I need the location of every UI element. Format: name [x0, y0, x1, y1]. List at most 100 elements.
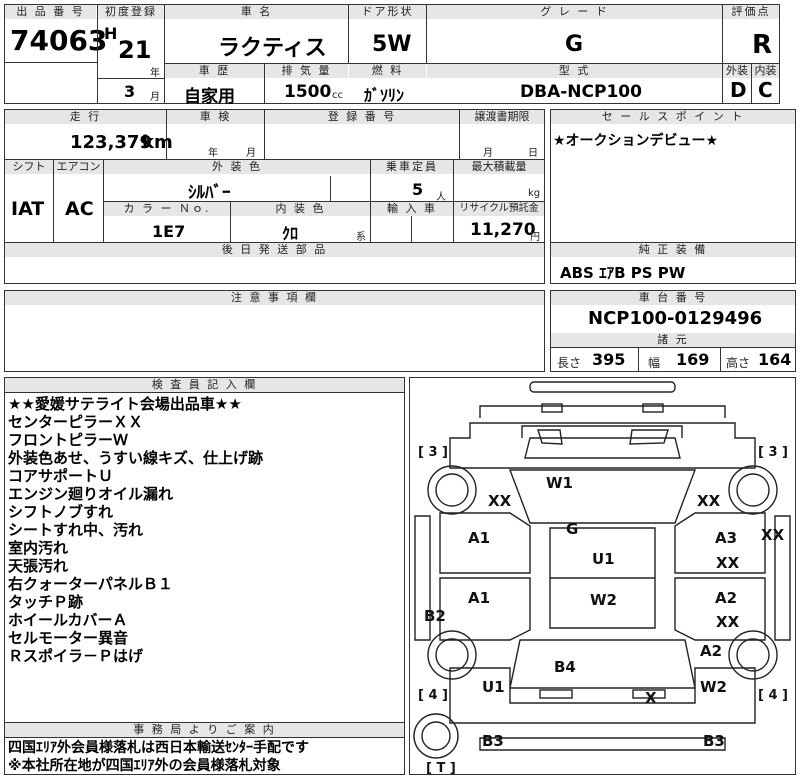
office-line: ※本社所在地が四国ｴﾘｱ外の会員様落札対象: [8, 758, 281, 774]
reg-year: 21: [118, 36, 152, 64]
exterior-score: D: [730, 78, 747, 102]
inspector-line: 外装色あせ、うすい線キズ、仕上げ跡: [8, 449, 264, 467]
reg-month: 3: [124, 82, 136, 101]
maxload-unit: kg: [528, 188, 541, 199]
model: DBA-NCP100: [520, 82, 642, 102]
inspector-line: エンジン廻りオイル漏れ: [8, 485, 174, 503]
inspection-label: 車 検: [167, 110, 264, 124]
car-name: ラクティス: [218, 36, 327, 61]
inspector-line: フロントピラーＷ: [8, 431, 129, 449]
inspector-line: シートすれ中、汚れ: [8, 521, 144, 539]
grade: G: [565, 32, 584, 57]
era: H: [104, 24, 118, 43]
transfer-month: 月: [483, 148, 493, 159]
inspection-year: 年: [208, 148, 218, 159]
chassis-no: NCP100-0129496: [588, 308, 763, 329]
tire-rl-label: [ 4 ]: [418, 688, 448, 703]
inspector-line: タッチＰ跡: [8, 593, 84, 611]
lot-no: 74063: [10, 24, 108, 57]
interior-score: C: [758, 78, 773, 102]
chassis-label: 車 台 番 号: [551, 291, 795, 305]
history: 自家用: [184, 87, 235, 107]
mileage-unit: km: [142, 132, 173, 153]
transfer-day: 日: [528, 148, 538, 159]
mark-w2-r: W2: [700, 678, 727, 696]
inspector-line: ホイールカバーＡ: [8, 611, 128, 629]
capacity: 5: [412, 180, 424, 199]
door-label: ドア形状: [349, 5, 426, 19]
mileage: 123,379: [70, 132, 152, 153]
ac: AC: [65, 198, 94, 220]
capacity-label: 乗車定員: [371, 160, 453, 174]
height: 164: [758, 350, 792, 369]
colorno: 1E7: [152, 222, 186, 241]
mark-b2: B2: [424, 607, 446, 625]
mark-a1-rl: A1: [468, 589, 490, 607]
mark-a1-fl: A1: [468, 529, 490, 547]
mark-u1-top: U1: [592, 550, 615, 568]
office-line: 四国ｴﾘｱ外会員様落札は西日本輸送ｾﾝﾀｰ手配です: [8, 740, 309, 756]
recycle-label: リサイクル預託金: [454, 202, 544, 216]
mark-xx-fl: XX: [488, 492, 512, 510]
office-label: 事 務 局 よ り ご 案 内: [5, 723, 404, 737]
import-label: 輸 入 車: [371, 202, 453, 216]
year-unit: 年: [150, 68, 160, 79]
fuel: ｶﾞｿﾘﾝ: [364, 86, 405, 105]
transfer-label: 譲渡書期限: [460, 110, 544, 124]
recycle: 11,270: [470, 220, 536, 240]
mark-xx-rr: XX: [716, 613, 740, 631]
dims-label: 諸 元: [551, 333, 795, 347]
tire-rr-label: [ 4 ]: [758, 688, 788, 703]
inspector-line: センターピラーＸＸ: [8, 413, 144, 431]
tire-fl-label: [ 3 ]: [418, 445, 448, 460]
recycle-unit: 円: [530, 232, 540, 243]
mark-x: X: [645, 689, 657, 707]
regno-label: 登 録 番 号: [265, 110, 459, 124]
length: 395: [592, 350, 626, 369]
mark-w1: W1: [546, 474, 573, 492]
intcolor-unit: 系: [356, 232, 366, 243]
mark-xx-r: XX: [761, 526, 785, 544]
sales-label: セ ー ル ス ポ イ ン ト: [551, 110, 795, 124]
inspection-month: 月: [246, 148, 256, 159]
mark-b4: B4: [554, 658, 576, 676]
colorno-label: カ ラ ー Ｎｏ.: [104, 202, 230, 216]
length-label: 長さ: [557, 356, 582, 370]
color: ｼﾙﾊﾞｰ: [188, 183, 231, 203]
shift-label: シフト: [5, 160, 53, 174]
interior-label: 内装: [752, 64, 779, 78]
inspector-label: 検 査 員 記 入 欄: [5, 378, 404, 392]
mark-a2: A2: [715, 589, 737, 607]
ac-label: エアコン: [54, 160, 103, 174]
mark-xx-fr: XX: [697, 492, 721, 510]
equip: ABS ｴｱB PS PW: [560, 264, 686, 282]
car-diagram-svg: [ 3 ] [ 3 ] [ 4 ] [ 4 ] [ T ] W1 XX XX G…: [413, 381, 791, 774]
mileage-label: 走 行: [5, 110, 166, 124]
car-name-label: 車 名: [165, 5, 348, 19]
grade-label: グ レ ー ド: [427, 5, 722, 19]
inspector-line: 右クォーターパネルＢ１: [8, 575, 173, 593]
sales-point: ★オークションデビュー★: [553, 133, 719, 149]
notes-label: 注 意 事 項 欄: [5, 291, 544, 305]
mark-b3-r: B3: [703, 732, 725, 750]
fuel-label: 燃 料: [349, 64, 426, 78]
model-label: 型 式: [427, 64, 722, 78]
color-label: 外 装 色: [104, 160, 370, 174]
tire-fr-label: [ 3 ]: [758, 445, 788, 460]
equip-label: 純 正 装 備: [551, 243, 795, 257]
maxload-label: 最大積載量: [454, 160, 544, 174]
inspector-line: 室内汚れ: [8, 539, 69, 557]
intcolor: ｸﾛ: [282, 224, 299, 243]
shift: IAT: [11, 198, 45, 220]
inspector-line: セルモーター異音: [8, 629, 129, 647]
inspector-line: シフトノブすれ: [8, 503, 114, 521]
mark-b3-l: B3: [482, 732, 504, 750]
mark-a3: A3: [715, 529, 737, 547]
height-label: 高さ: [726, 356, 751, 370]
intcolor-label: 内 装 色: [231, 202, 370, 216]
mark-g: G: [566, 520, 578, 538]
mark-a2-rq: A2: [700, 642, 722, 660]
width-label: 幅: [648, 356, 661, 370]
inspector-line: コアサポートＵ: [8, 467, 114, 485]
lot-no-label: 出 品 番 号: [5, 5, 96, 19]
